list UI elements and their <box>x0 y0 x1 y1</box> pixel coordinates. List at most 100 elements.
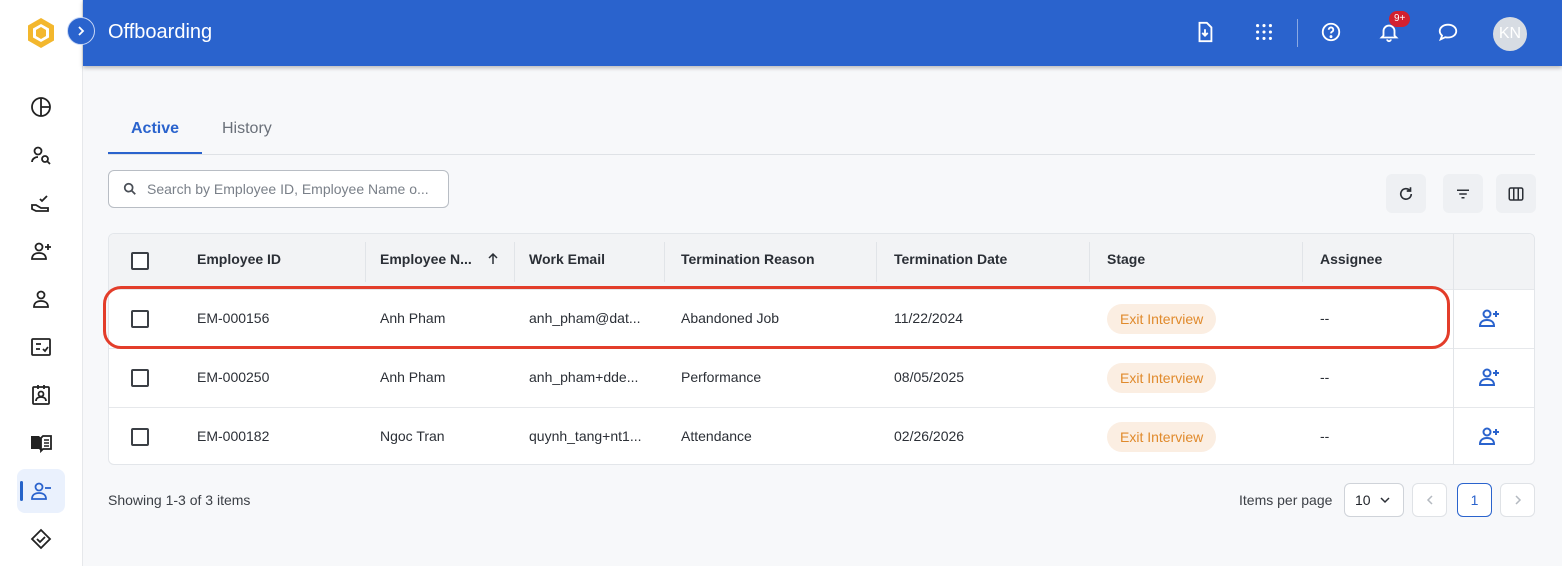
sidebar-item-hand-check[interactable] <box>17 181 65 225</box>
sidebar-item-offboarding[interactable] <box>17 469 65 513</box>
employee-name: Anh Pham <box>380 310 446 326</box>
dashboard-pie-icon <box>31 97 51 117</box>
items-per-page-value: 10 <box>1355 492 1371 508</box>
termination-date: 08/05/2025 <box>894 369 965 385</box>
user-search-icon <box>31 146 51 165</box>
col-employee-name-label: Employee N... <box>380 251 472 267</box>
checklist-icon <box>31 338 51 356</box>
stage-badge: Exit Interview <box>1107 304 1217 334</box>
column-divider[interactable] <box>664 242 665 282</box>
user-avatar[interactable]: KN <box>1493 17 1527 51</box>
work-email: anh_pham@dat... <box>529 310 641 326</box>
sidebar-item-user-add[interactable] <box>17 229 65 273</box>
table-header: Employee ID Employee N... Work Email Ter… <box>109 234 1534 289</box>
chevron-down-icon <box>1380 497 1390 504</box>
offboarding-table: Employee ID Employee N... Work Email Ter… <box>108 233 1535 465</box>
app-logo-icon[interactable] <box>24 16 58 50</box>
col-termination-reason[interactable]: Termination Reason <box>681 251 815 267</box>
page-1-button[interactable]: 1 <box>1457 483 1492 517</box>
download-file-icon <box>1198 21 1213 43</box>
assign-user-button[interactable] <box>1475 363 1503 391</box>
chat-button[interactable] <box>1433 17 1463 47</box>
items-per-page-select[interactable]: 10 <box>1344 483 1404 517</box>
termination-date: 11/22/2024 <box>894 310 964 326</box>
user-add-icon <box>1478 309 1499 327</box>
table-row[interactable]: EM-000182 Ngoc Tran quynh_tang+nt1... At… <box>109 407 1534 464</box>
apps-button[interactable] <box>1249 17 1279 47</box>
sidebar-expand-button[interactable] <box>67 17 95 45</box>
user-add-icon <box>31 242 51 260</box>
column-divider[interactable] <box>1302 242 1303 282</box>
chevron-right-icon <box>78 26 85 36</box>
sidebar-item-user-search[interactable] <box>17 133 65 177</box>
search-input[interactable] <box>147 181 437 197</box>
page-title: Offboarding <box>108 21 213 43</box>
columns-button[interactable] <box>1496 174 1536 213</box>
col-assignee[interactable]: Assignee <box>1320 251 1382 267</box>
sidebar-item-checklist[interactable] <box>17 325 65 369</box>
sidebar-item-user[interactable] <box>17 277 65 321</box>
user-add-icon <box>1478 427 1499 445</box>
tab-bar: Active History <box>108 110 1535 155</box>
sidebar-item-dashboard[interactable] <box>17 85 65 129</box>
top-header: Offboarding 9+ KN <box>83 0 1562 66</box>
user-icon <box>33 290 49 308</box>
id-badge-icon <box>32 385 50 405</box>
tab-history[interactable]: History <box>222 120 272 138</box>
employee-name: Ngoc Tran <box>380 428 445 444</box>
termination-reason: Performance <box>681 369 762 385</box>
employee-id: EM-000182 <box>197 428 270 444</box>
help-icon <box>1321 22 1341 42</box>
employee-id: EM-000250 <box>197 369 270 385</box>
work-email: anh_pham+dde... <box>529 369 639 385</box>
work-email: quynh_tang+nt1... <box>529 428 642 444</box>
col-stage[interactable]: Stage <box>1107 251 1145 267</box>
col-work-email[interactable]: Work Email <box>529 251 605 267</box>
search-box <box>108 170 449 208</box>
row-checkbox[interactable] <box>131 310 149 328</box>
assign-user-button[interactable] <box>1475 422 1503 450</box>
col-employee-name[interactable]: Employee N... <box>380 251 500 267</box>
next-page-button[interactable] <box>1500 483 1535 517</box>
header-divider <box>1297 19 1298 47</box>
user-add-icon <box>1478 368 1499 386</box>
search-icon <box>123 182 136 195</box>
column-divider[interactable] <box>876 242 877 282</box>
employee-name: Anh Pham <box>380 369 446 385</box>
apps-grid-icon <box>1256 24 1272 40</box>
prev-page-button[interactable] <box>1412 483 1447 517</box>
notifications-button[interactable]: 9+ <box>1374 11 1411 47</box>
table-row[interactable]: EM-000250 Anh Pham anh_pham+dde... Perfo… <box>109 348 1534 407</box>
col-termination-date[interactable]: Termination Date <box>894 251 1007 267</box>
notification-badge: 9+ <box>1389 11 1411 27</box>
chevron-left-icon <box>1426 495 1433 505</box>
export-button[interactable] <box>1190 17 1220 47</box>
col-employee-id[interactable]: Employee ID <box>197 251 281 267</box>
filter-button[interactable] <box>1443 174 1483 213</box>
tab-active[interactable]: Active <box>131 120 179 138</box>
help-button[interactable] <box>1316 17 1346 47</box>
column-divider[interactable] <box>365 242 366 282</box>
select-all-checkbox[interactable] <box>131 252 149 270</box>
handshake-icon <box>30 528 52 550</box>
assign-user-button[interactable] <box>1475 304 1503 332</box>
sidebar-item-handshake[interactable] <box>17 517 65 561</box>
sidebar-item-id-badge[interactable] <box>17 373 65 417</box>
table-row[interactable]: EM-000156 Anh Pham anh_pham@dat... Aband… <box>109 289 1534 348</box>
showing-count: Showing 1-3 of 3 items <box>108 492 251 508</box>
row-checkbox[interactable] <box>131 369 149 387</box>
row-checkbox[interactable] <box>131 428 149 446</box>
items-per-page-label: Items per page <box>1239 492 1333 508</box>
column-divider[interactable] <box>1089 242 1090 282</box>
refresh-button[interactable] <box>1386 174 1426 213</box>
stage-badge: Exit Interview <box>1107 422 1217 452</box>
sidebar-item-handbook[interactable] <box>17 421 65 465</box>
chat-icon <box>1438 23 1458 42</box>
stage-badge: Exit Interview <box>1107 363 1217 393</box>
hand-check-icon <box>31 195 49 212</box>
column-divider[interactable] <box>514 242 515 282</box>
termination-date: 02/26/2026 <box>894 428 965 444</box>
assignee: -- <box>1320 428 1330 444</box>
book-open-icon <box>31 435 52 454</box>
assignee: -- <box>1320 310 1330 326</box>
